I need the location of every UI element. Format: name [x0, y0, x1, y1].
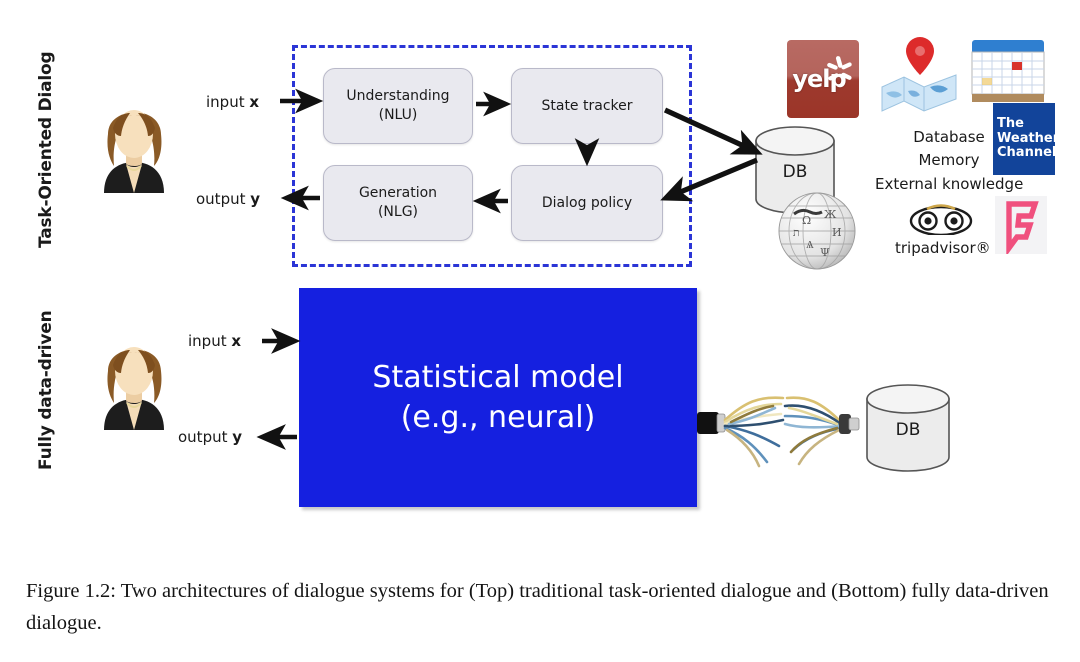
- user-avatar-icon-bottom: [86, 325, 182, 430]
- module-state-tracker-line1: State tracker: [541, 97, 633, 114]
- map-pin-logo-icon: [878, 33, 962, 117]
- bottom-input-var: x: [231, 332, 242, 350]
- module-state-tracker: State tracker: [511, 68, 663, 144]
- bottom-output-label: output y: [178, 428, 242, 446]
- foursquare-logo-icon: [995, 196, 1047, 257]
- calendar-logo-icon: [968, 36, 1048, 108]
- database-top-label: DB: [782, 162, 808, 182]
- top-input-label: input x: [206, 93, 259, 111]
- figure-caption: Figure 1.2: Two architectures of dialogu…: [26, 580, 1049, 634]
- database-bottom-label: DB: [895, 420, 921, 440]
- module-nlu-line2: (NLU): [378, 107, 418, 123]
- svg-text:Ω: Ω: [802, 214, 811, 227]
- module-dialog-policy: Dialog policy: [511, 165, 663, 241]
- wikipedia-globe-logo-icon: Ω Ж И Ѧ ת Ψ: [776, 190, 858, 272]
- svg-text:Ж: Ж: [824, 208, 837, 221]
- module-generation-nlg: Generation (NLG): [323, 165, 473, 241]
- tripadvisor-logo-icon: tripadvisor®: [895, 204, 991, 257]
- statistical-model-line2: (e.g., neural): [400, 399, 596, 435]
- bottom-input-text: input: [188, 332, 232, 350]
- svg-text:И: И: [832, 226, 842, 239]
- figure-container: Task-Oriented Dialog input x output y Un…: [0, 0, 1080, 662]
- frayed-cable-connector-icon: [697, 374, 869, 478]
- yelp-logo-icon: yelp: [787, 40, 859, 118]
- bottom-input-label: input x: [188, 332, 241, 350]
- top-input-text: input: [206, 93, 250, 111]
- module-nlu-line1: Understanding: [346, 88, 450, 105]
- statistical-model-box: Statistical model (e.g., neural): [299, 288, 697, 507]
- top-output-text: output: [196, 190, 251, 208]
- svg-text:Ψ: Ψ: [820, 246, 830, 259]
- top-input-var: x: [249, 93, 260, 111]
- weather-channel-logo-icon: The Weather Channel: [993, 103, 1060, 175]
- svg-text:Ѧ: Ѧ: [806, 238, 814, 251]
- top-panel-side-label: Task-Oriented Dialog: [36, 51, 56, 248]
- module-nlg-line1: Generation: [358, 185, 438, 202]
- weather-logo-line2: Weather: [997, 130, 1060, 146]
- bottom-output-var: y: [232, 428, 243, 446]
- svg-text:ת: ת: [793, 226, 800, 239]
- yelp-burst-icon: [827, 56, 852, 81]
- bottom-panel-side-label: Fully data-driven: [36, 310, 56, 470]
- user-avatar-icon: [86, 88, 182, 193]
- module-understanding-nlu: Understanding (NLU): [323, 68, 473, 144]
- tripadvisor-logo-text: tripadvisor®: [895, 239, 991, 257]
- knowledge-line-external: External knowledge: [875, 174, 1024, 193]
- weather-logo-line3: Channel: [997, 145, 1057, 161]
- top-output-var: y: [250, 190, 261, 208]
- module-dialog-policy-line1: Dialog policy: [541, 194, 633, 211]
- top-output-label: output y: [196, 190, 260, 208]
- statistical-model-line1: Statistical model: [372, 359, 624, 395]
- weather-logo-line1: The: [997, 115, 1024, 131]
- module-nlg-line2: (NLG): [377, 204, 419, 220]
- bottom-output-text: output: [178, 428, 233, 446]
